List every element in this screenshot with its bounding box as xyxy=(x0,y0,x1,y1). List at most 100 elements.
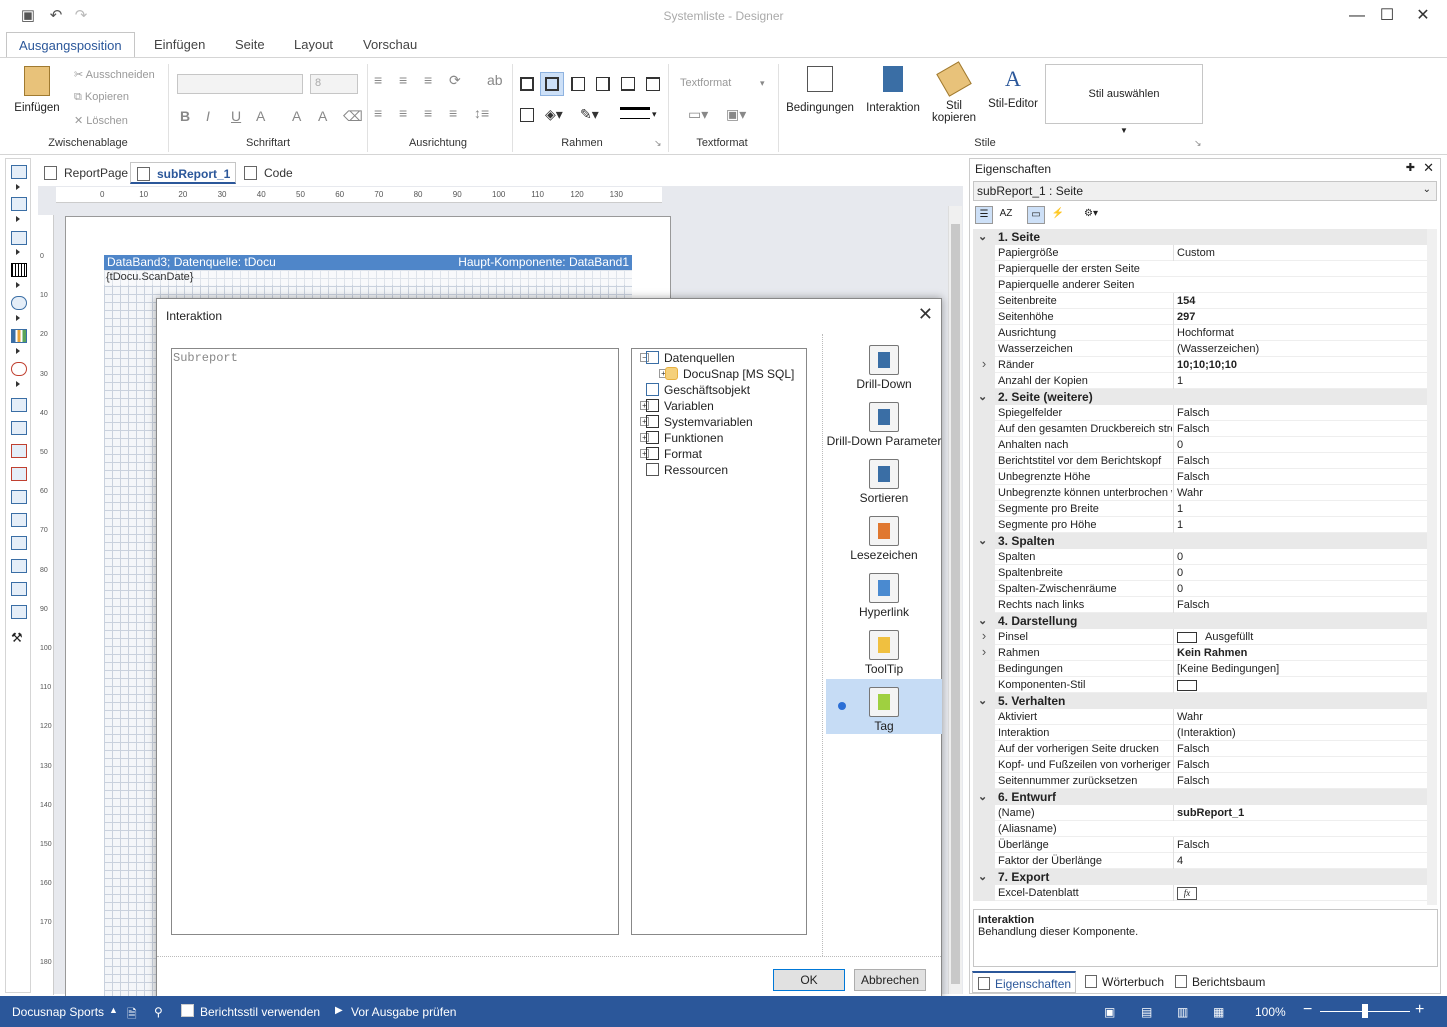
sparkline-icon[interactable] xyxy=(11,582,27,596)
align-right-icon[interactable]: ≡ xyxy=(424,105,432,121)
conditions-button[interactable]: Bedingungen xyxy=(786,64,854,124)
property-value[interactable]: Wahr xyxy=(1173,485,1435,501)
property-category[interactable]: ⌄ 3. Spalten xyxy=(973,533,1436,549)
property-value[interactable]: subReport_1 xyxy=(1173,805,1435,821)
font-name-combo[interactable] xyxy=(177,74,303,94)
property-row[interactable]: Berichtstitel vor dem Berichtskopf Falsch xyxy=(973,453,1436,469)
property-row[interactable]: › Ränder 10;10;10;10 xyxy=(973,357,1436,373)
property-row[interactable]: Interaktion (Interaktion) xyxy=(973,725,1436,741)
wordwrap-icon[interactable]: ab xyxy=(487,72,503,88)
property-category[interactable]: ⌄ 4. Darstellung xyxy=(973,613,1436,629)
container-icon[interactable] xyxy=(11,513,27,527)
property-category[interactable]: ⌄ 6. Entwurf xyxy=(973,789,1436,805)
tree-node[interactable]: + Format xyxy=(640,446,800,462)
table-icon[interactable] xyxy=(11,536,27,550)
close-icon[interactable]: ✕ xyxy=(1423,160,1434,176)
zoom-in-icon[interactable]: + xyxy=(1415,1001,1424,1019)
property-row[interactable]: Überlänge Falsch xyxy=(973,837,1436,853)
align-bottom-icon[interactable]: ≡ xyxy=(424,72,432,88)
tab-layout[interactable]: Layout xyxy=(282,32,345,58)
property-row[interactable]: Unbegrenzte Höhe Falsch xyxy=(973,469,1436,485)
tab-eigenschaften[interactable]: Eigenschaften xyxy=(972,971,1076,993)
expand-arrow-icon[interactable] xyxy=(16,216,20,222)
property-row[interactable]: Faktor der Überlänge 4 xyxy=(973,853,1436,869)
property-value[interactable]: 1 xyxy=(1173,517,1435,533)
expression-editor[interactable]: Subreport xyxy=(171,348,619,935)
shape-icon[interactable] xyxy=(11,296,27,310)
tree-node[interactable]: − Datenquellen xyxy=(640,350,800,366)
expand-icon[interactable]: › xyxy=(973,629,995,645)
drill-down-option[interactable]: Drill-Down xyxy=(826,337,942,392)
barcode-icon[interactable] xyxy=(11,263,27,277)
minimize-button[interactable]: — xyxy=(1342,4,1372,28)
property-row[interactable]: Papierquelle anderer Seiten xyxy=(973,277,1436,293)
property-value[interactable]: Wahr xyxy=(1173,709,1435,725)
gauge-icon[interactable] xyxy=(11,362,27,376)
format-icon[interactable]: ▭▾ xyxy=(688,106,708,123)
collapse-icon[interactable]: ⌄ xyxy=(978,533,987,549)
property-value[interactable]: 154 xyxy=(1173,293,1435,309)
border-style-icon[interactable] xyxy=(620,107,650,119)
property-value[interactable]: 10;10;10;10 xyxy=(1173,357,1435,373)
ok-button[interactable]: OK xyxy=(773,969,845,991)
border-color-icon[interactable]: ✎▾ xyxy=(580,106,599,123)
property-category[interactable]: ⌄ 2. Seite (weitere) xyxy=(973,389,1436,405)
actual-size-icon[interactable]: ▦ xyxy=(1213,1005,1224,1019)
bold-icon[interactable]: B xyxy=(180,108,190,124)
tree-node[interactable]: + Variablen xyxy=(640,398,800,414)
property-value[interactable]: Falsch xyxy=(1173,837,1435,853)
image-text-icon[interactable] xyxy=(11,467,27,481)
close-button[interactable]: ✕ xyxy=(1408,4,1438,28)
dialog-launcher-icon[interactable]: ↘ xyxy=(1194,138,1202,149)
chevron-down-icon[interactable]: ▾ xyxy=(652,109,657,120)
align-center-icon[interactable]: ≡ xyxy=(399,105,407,121)
property-value[interactable]: 0 xyxy=(1173,565,1435,581)
border-all-icon[interactable] xyxy=(520,77,534,91)
property-value[interactable]: Falsch xyxy=(1173,469,1435,485)
property-row[interactable]: Excel-Datenblatt fx xyxy=(973,885,1436,901)
collapse-icon[interactable]: ⌄ xyxy=(978,389,987,405)
property-value[interactable]: Ausgefüllt xyxy=(1173,629,1435,645)
format-options-icon[interactable]: ▣▾ xyxy=(726,106,746,123)
tree-node[interactable]: + Funktionen xyxy=(640,430,800,446)
align-top-icon[interactable]: ≡ xyxy=(374,72,382,88)
textbox-icon[interactable] xyxy=(11,421,27,435)
property-row[interactable]: (Aliasname) xyxy=(973,821,1436,837)
font-size-combo[interactable]: 8 xyxy=(310,74,358,94)
tab-einfuegen[interactable]: Einfügen xyxy=(142,32,217,58)
report-style-checkbox[interactable] xyxy=(181,1004,194,1017)
property-row[interactable]: Spiegelfelder Falsch xyxy=(973,405,1436,421)
sort-option[interactable]: Sortieren xyxy=(826,451,942,506)
property-value[interactable]: 1 xyxy=(1173,373,1435,389)
expand-arrow-icon[interactable] xyxy=(16,282,20,288)
property-row[interactable]: Kopf- und Fußzeilen von vorheriger Seite… xyxy=(973,757,1436,773)
property-value[interactable]: (Wasserzeichen) xyxy=(1173,341,1435,357)
property-value[interactable]: Falsch xyxy=(1173,421,1435,437)
tab-reportpage[interactable]: ReportPage xyxy=(38,162,128,184)
chevron-up-icon[interactable]: ▲ xyxy=(109,1005,118,1015)
databand-header[interactable]: DataBand3; Datenquelle: tDocu Haupt-Komp… xyxy=(104,255,632,270)
property-row[interactable]: Auf den gesamten Druckbereich streckenFa… xyxy=(973,421,1436,437)
bookmark-option[interactable]: Lesezeichen xyxy=(826,508,942,563)
categorized-icon[interactable]: ☰ xyxy=(975,206,993,224)
border-right-icon[interactable] xyxy=(596,77,610,91)
property-value[interactable] xyxy=(1173,677,1435,693)
property-value[interactable]: Falsch xyxy=(1173,453,1435,469)
align-left-icon[interactable]: ≡ xyxy=(374,105,382,121)
property-value[interactable]: 297 xyxy=(1173,309,1435,325)
panel-icon[interactable] xyxy=(11,490,27,504)
zoom-slider-thumb[interactable] xyxy=(1362,1004,1368,1018)
align-middle-icon[interactable]: ≡ xyxy=(399,72,407,88)
collapse-icon[interactable]: ⌄ xyxy=(978,229,987,245)
property-value[interactable]: Falsch xyxy=(1173,757,1435,773)
collapse-icon[interactable]: ⌄ xyxy=(978,869,987,885)
tree-node[interactable]: Ressourcen xyxy=(640,462,800,478)
search-icon[interactable]: ⚲ xyxy=(154,1005,163,1019)
tab-vorschau[interactable]: Vorschau xyxy=(351,32,429,58)
tab-ausgangsposition[interactable]: Ausgangsposition xyxy=(6,32,135,58)
expand-arrow-icon[interactable] xyxy=(16,249,20,255)
picture-icon[interactable] xyxy=(11,605,27,619)
property-row[interactable]: Wasserzeichen (Wasserzeichen) xyxy=(973,341,1436,357)
collapse-icon[interactable]: ⌄ xyxy=(978,613,987,629)
property-row[interactable]: Aktiviert Wahr xyxy=(973,709,1436,725)
